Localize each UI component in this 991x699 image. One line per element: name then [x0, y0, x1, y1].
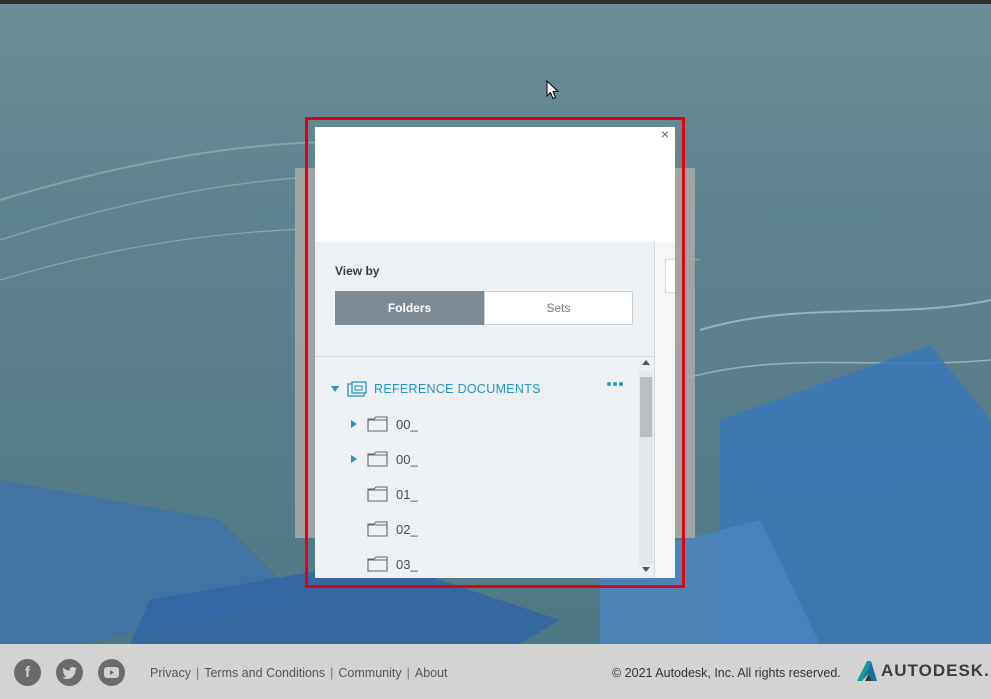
caret-right-icon[interactable] — [351, 420, 357, 428]
tree-row-label: 00_ — [396, 416, 418, 432]
tree-scrollbar[interactable] — [638, 357, 654, 578]
tree-row-label: 00_ — [396, 451, 418, 467]
scroll-thumb[interactable] — [640, 377, 652, 437]
scroll-down-arrow-icon[interactable] — [642, 567, 650, 572]
autodesk-wordmark: AUTODESK. — [881, 661, 990, 680]
about-link[interactable]: About — [415, 666, 448, 680]
scroll-up-arrow-icon[interactable] — [642, 360, 650, 365]
tree-row[interactable]: 02_ — [351, 518, 418, 540]
tree-row-label: 03_ — [396, 556, 418, 572]
folder-tree: REFERENCE DOCUMENTS 00_ 00_ 01_ 02_ 03_ — [315, 357, 638, 578]
facebook-icon[interactable]: f — [14, 659, 41, 686]
mouse-pointer-icon — [546, 80, 560, 100]
autodesk-logo: AUTODESK. — [857, 661, 990, 681]
twitter-icon[interactable] — [56, 659, 83, 686]
content-pane-stub — [665, 259, 675, 293]
folders-toggle-button[interactable]: Folders — [335, 291, 484, 325]
sets-toggle-button[interactable]: Sets — [484, 291, 633, 325]
privacy-link[interactable]: Privacy — [150, 666, 191, 680]
folder-icon — [367, 451, 388, 467]
view-by-label: View by — [335, 264, 380, 278]
tree-row[interactable]: 00_ — [351, 448, 418, 470]
view-toggle: Folders Sets — [335, 291, 633, 325]
autodesk-logo-icon — [857, 661, 877, 681]
copyright-text: © 2021 Autodesk, Inc. All rights reserve… — [612, 666, 841, 680]
tree-root-label: REFERENCE DOCUMENTS — [374, 382, 541, 396]
folder-icon — [367, 486, 388, 502]
folder-browser-dialog: × View by Folders Sets REFERENCE DOCUMEN… — [315, 127, 675, 578]
folder-icon — [367, 521, 388, 537]
terms-link[interactable]: Terms and Conditions — [204, 666, 325, 680]
youtube-icon[interactable] — [98, 659, 125, 686]
tree-row-label: 02_ — [396, 521, 418, 537]
tree-row[interactable]: 00_ — [351, 413, 418, 435]
caret-right-icon[interactable] — [351, 455, 357, 463]
social-links: f — [14, 659, 125, 686]
folder-icon — [367, 416, 388, 432]
more-options-icon[interactable] — [607, 382, 623, 386]
close-button[interactable]: × — [658, 127, 672, 141]
footer-links: Privacy | Terms and Conditions | Communi… — [150, 666, 448, 680]
page-footer: f Privacy | Terms and Conditions | Commu… — [0, 644, 991, 699]
folder-icon — [367, 556, 388, 572]
tree-row[interactable]: 03_ — [351, 553, 418, 575]
tree-row-label: 01_ — [396, 486, 418, 502]
tree-row[interactable]: 01_ — [351, 483, 418, 505]
community-link[interactable]: Community — [338, 666, 401, 680]
caret-down-icon[interactable] — [331, 386, 339, 392]
content-pane — [654, 242, 675, 578]
tree-root-reference-documents[interactable]: REFERENCE DOCUMENTS — [331, 378, 541, 400]
project-folder-icon — [347, 381, 367, 397]
